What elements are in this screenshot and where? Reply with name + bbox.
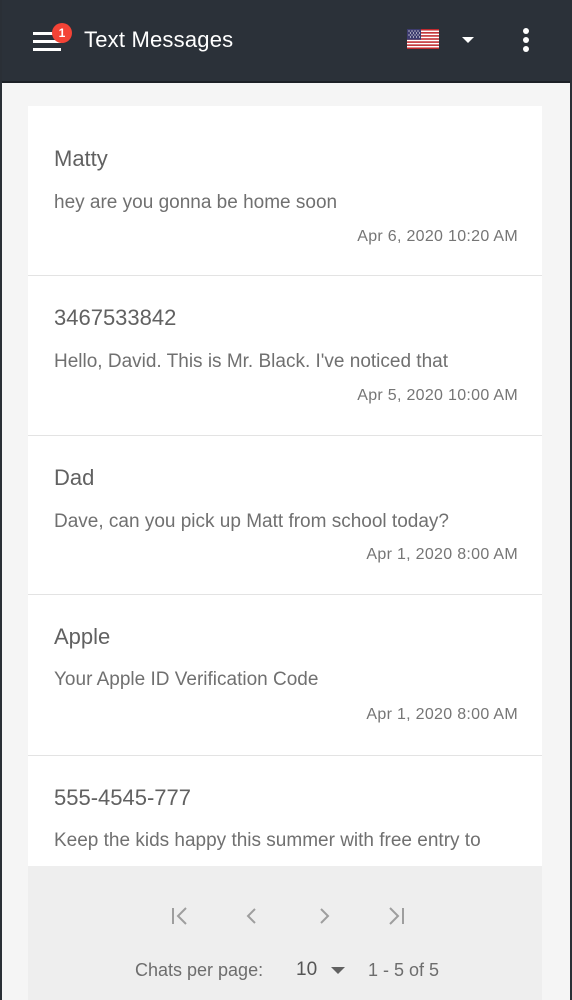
chat-preview: Your Apple ID Verification Code bbox=[54, 669, 319, 690]
chat-list: Matty hey are you gonna be home soon Apr… bbox=[28, 106, 542, 866]
chat-contact-name: Dad bbox=[54, 465, 95, 490]
chat-preview: Hello, David. This is Mr. Black. I've no… bbox=[54, 351, 448, 372]
first-page-icon[interactable] bbox=[166, 902, 194, 930]
previous-page-icon[interactable] bbox=[238, 902, 266, 930]
chat-preview: Keep the kids happy this summer with fre… bbox=[54, 830, 481, 851]
chat-contact-name: 555-4545-777 bbox=[54, 785, 192, 810]
more-vert-icon[interactable] bbox=[512, 24, 540, 56]
chat-timestamp: Apr 1, 2020 8:00 AM bbox=[366, 706, 518, 723]
chat-list-item[interactable]: Apple Your Apple ID Verification Code Ap… bbox=[28, 595, 542, 756]
range-label: 1 - 5 of 5 bbox=[368, 960, 440, 980]
app-frame: 1 Text Messages Matty hey are you gonna … bbox=[0, 0, 572, 1000]
app-toolbar: 1 Text Messages bbox=[2, 0, 570, 83]
chat-list-item[interactable]: Matty hey are you gonna be home soon Apr… bbox=[28, 106, 542, 276]
chat-contact-name: Matty bbox=[54, 146, 108, 171]
notification-badge: 1 bbox=[52, 23, 72, 43]
chat-list-item[interactable]: Dad Dave, can you pick up Matt from scho… bbox=[28, 436, 542, 595]
paginator: Chats per page: 10 1 - 5 of 5 bbox=[28, 866, 542, 1000]
chat-preview: Dave, can you pick up Matt from school t… bbox=[54, 511, 449, 532]
chevron-down-icon[interactable] bbox=[329, 962, 347, 978]
chat-timestamp: Apr 5, 2020 10:00 AM bbox=[357, 387, 518, 404]
per-page-select[interactable]: 10 bbox=[296, 959, 317, 981]
language-dropdown-icon[interactable] bbox=[456, 30, 480, 50]
per-page-label: Chats per page: bbox=[135, 960, 264, 980]
page-title: Text Messages bbox=[84, 27, 234, 52]
chat-preview: hey are you gonna be home soon bbox=[54, 192, 338, 213]
chat-timestamp: Apr 6, 2020 10:20 AM bbox=[357, 228, 518, 245]
next-page-icon[interactable] bbox=[310, 902, 338, 930]
chat-list-item[interactable]: 3467533842 Hello, David. This is Mr. Bla… bbox=[28, 276, 542, 436]
us-flag-icon[interactable] bbox=[407, 29, 439, 49]
chat-contact-name: 3467533842 bbox=[54, 305, 177, 330]
menu-button[interactable]: 1 bbox=[26, 22, 72, 58]
chat-contact-name: Apple bbox=[54, 624, 111, 649]
chat-timestamp: Apr 1, 2020 8:00 AM bbox=[366, 546, 518, 563]
last-page-icon[interactable] bbox=[382, 902, 410, 930]
chat-list-item[interactable]: 555-4545-777 Keep the kids happy this su… bbox=[28, 756, 542, 866]
